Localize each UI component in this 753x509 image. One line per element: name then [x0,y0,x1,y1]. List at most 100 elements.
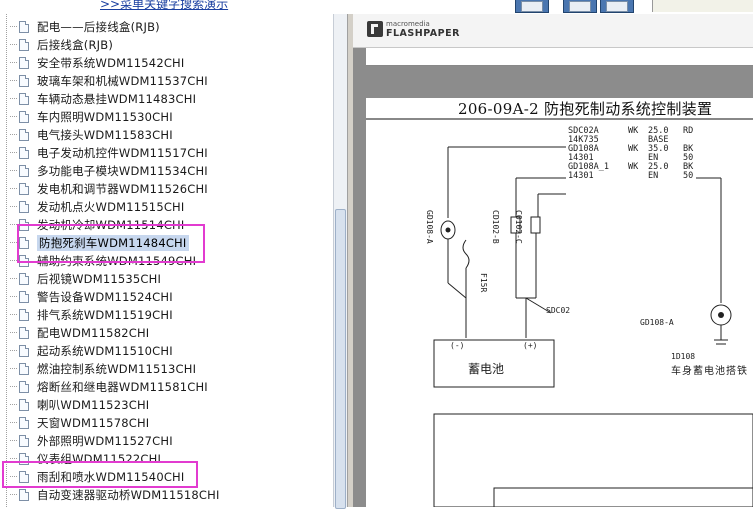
document-icon [19,164,29,177]
tree-item-label: 车辆动态悬挂WDM11483CHI [37,91,197,106]
tree-item-label: 玻璃车架和机械WDM11537CHI [37,73,208,88]
tree-item-label: 电子发动机控件WDM11517CHI [37,145,208,160]
document-icon [19,362,29,375]
search-demo-link[interactable]: >>菜单关键字搜索演示 [100,0,228,12]
tree-item-label: 警告设备WDM11524CHI [37,289,173,304]
tree-connector [10,349,17,352]
tree-item[interactable]: 防抱死刹车WDM11484CHI [10,234,189,251]
wire-table-cell: 14301 [568,171,594,181]
document-icon [19,92,29,105]
tree-guide-line [6,14,8,507]
document-icon [19,416,29,429]
nav-next-button[interactable] [600,0,634,13]
tree-item-label: 雨刮和喷水WDM11540CHI [37,469,185,484]
tree-item[interactable]: 天窗WDM11578CHI [10,414,149,431]
chapter-tree[interactable]: 配电——后接线盒(RJB) 后接线盒(RJB) 安全带系统WDM11542CHI 玻璃… [0,14,333,507]
ground-id-label: 1D108 [671,352,696,361]
tree-item-label: 电气接头WDM11583CHI [37,127,173,142]
tree-item[interactable]: 后接线盒(RJB) [10,36,113,53]
tree-item[interactable]: 排气系统WDM11519CHI [10,306,173,323]
document-icon [19,470,29,483]
tree-item[interactable]: 发动机点火WDM11515CHI [10,198,185,215]
ground-label: GD108-A [640,318,674,327]
tree-item[interactable]: 自动变速器驱动桥WDM11518CHI [10,486,220,503]
nav-prev-button[interactable] [563,0,597,13]
tree-item-label: 仪表组WDM11522CHI [37,451,162,466]
tree-connector [10,439,17,442]
document-icon [19,218,29,231]
tree-item[interactable]: 喇叭WDM11523CHI [10,396,149,413]
tree-item-label: 天窗WDM11578CHI [37,415,150,430]
tree-item[interactable]: 多功能电子模块WDM11534CHI [10,162,208,179]
tree-item-label: 多功能电子模块WDM11534CHI [37,163,208,178]
connector-label-1: GD108-A [425,210,434,244]
logo-brand-big: FLASHPAPER [386,28,460,39]
tree-connector [10,457,17,460]
tree-item[interactable]: 配电——后接线盒(RJB) [10,18,160,35]
document-icon [19,146,29,159]
tree-item[interactable]: 警告设备WDM11524CHI [10,288,173,305]
tree-connector [10,133,17,136]
tree-item-label: 喇叭WDM11523CHI [37,397,150,412]
tree-connector [10,43,17,46]
tree-item[interactable]: 玻璃车架和机械WDM11537CHI [10,72,208,89]
tree-item-label: 外部照明WDM11527CHI [37,433,173,448]
tree-scroll-thumb[interactable] [335,209,346,509]
document-icon [19,326,29,339]
document-icon [19,38,29,51]
nav-first-button[interactable] [515,0,549,13]
tree-connector [10,205,17,208]
flashpaper-logo-icon [367,21,383,37]
tree-item-label: 发电机和调节器WDM11526CHI [37,181,208,196]
document-icon [19,344,29,357]
fuse-label: F15R [479,273,488,293]
tree-item[interactable]: 后视镜WDM11535CHI [10,270,161,287]
tree-connector [10,223,17,226]
tree-item[interactable]: 起动系统WDM11510CHI [10,342,173,359]
tree-scrollbar[interactable] [333,14,348,509]
document-icon [19,452,29,465]
tree-item[interactable]: 配电WDM11582CHI [10,324,149,341]
document-icon [19,398,29,411]
top-right-field[interactable] [652,0,753,12]
tree-connector [10,367,17,370]
wire-table-cell: WK [628,126,639,136]
tree-item[interactable]: 电气接头WDM11583CHI [10,126,173,143]
tree-item-label: 自动变速器驱动桥WDM11518CHI [37,487,220,502]
tree-item[interactable]: 车内照明WDM11530CHI [10,108,173,125]
document-icon [19,488,29,501]
tree-item[interactable]: 电子发动机控件WDM11517CHI [10,144,208,161]
tree-item-label: 辅助约束系统WDM11549CHI [37,253,197,268]
tree-connector [10,421,17,424]
tree-connector [10,61,17,64]
tree-item[interactable]: 雨刮和喷水WDM11540CHI [10,468,185,485]
tree-connector [10,241,17,244]
tree-item[interactable]: 外部照明WDM11527CHI [10,432,173,449]
wire-table-cell: EN [648,171,659,181]
tree-item[interactable]: 燃油控制系统WDM11513CHI [10,360,196,377]
tree-connector [10,151,17,154]
tree-item[interactable]: 发动机冷却WDM11514CHI [10,216,185,233]
wiring-diagram [366,118,753,507]
tree-item[interactable]: 发电机和调节器WDM11526CHI [10,180,208,197]
wire-table-cell: WK [628,162,639,172]
document-page: 206-09A-2 防抱死制动系统控制装置 SDC02A WK 25.0 RD … [366,98,753,507]
tree-item[interactable]: 安全带系统WDM11542CHI [10,54,185,71]
tree-item[interactable]: 车辆动态悬挂WDM11483CHI [10,90,196,107]
tree-item[interactable]: 辅助约束系统WDM11549CHI [10,252,196,269]
viewer-toolbar: macromedia FLASHPAPER [353,14,753,48]
tree-connector [10,79,17,82]
document-icon [19,74,29,87]
tree-item-label: 起动系统WDM11510CHI [37,343,173,358]
document-icon [19,254,29,267]
top-strip: >>菜单关键字搜索演示 [0,0,753,14]
tree-connector [10,295,17,298]
tree-item[interactable]: 仪表组WDM11522CHI [10,450,161,467]
document-viewer[interactable]: macromedia FLASHPAPER 206-09A-2 防抱死制动系统控… [353,14,753,507]
tree-item[interactable]: 熔断丝和继电器WDM11581CHI [10,378,208,395]
tree-item-label: 熔断丝和继电器WDM11581CHI [37,379,208,394]
flashpaper-logo: macromedia FLASHPAPER [367,20,460,38]
tree-item-label: 排气系统WDM11519CHI [37,307,173,322]
tree-item-label: 配电——后接线盒(RJB) [37,19,160,34]
document-icon [19,182,29,195]
